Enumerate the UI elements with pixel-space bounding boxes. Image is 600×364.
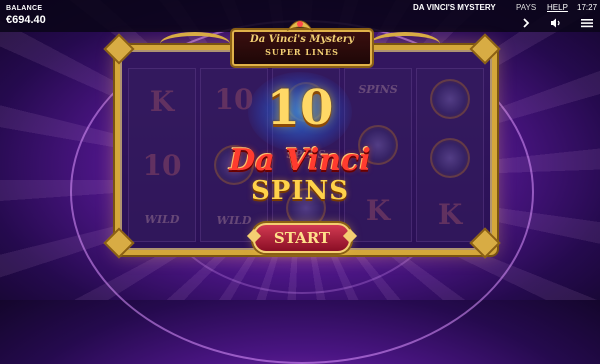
pays-link[interactable]: PAYS: [516, 3, 536, 12]
help-link[interactable]: HELP: [547, 3, 568, 12]
start-button[interactable]: START: [246, 223, 358, 253]
balance-value: €694.40: [6, 14, 46, 26]
clock: 17:27: [577, 3, 598, 12]
balance-label: BALANCE: [6, 5, 43, 12]
crown-crest-icon: [286, 20, 314, 32]
start-button-label: START: [273, 229, 331, 247]
free-spins-count: 10: [266, 80, 334, 136]
banner-flourish-right: [370, 32, 440, 56]
speaker-icon[interactable]: [548, 15, 564, 31]
chevron-right-icon[interactable]: [518, 15, 534, 31]
free-spins-subtitle: SPINS: [250, 176, 350, 206]
free-spins-title: Da Vinci: [229, 143, 371, 178]
game-title: DA VINCI'S MYSTERY: [413, 3, 496, 12]
hamburger-menu-icon[interactable]: [579, 15, 595, 31]
